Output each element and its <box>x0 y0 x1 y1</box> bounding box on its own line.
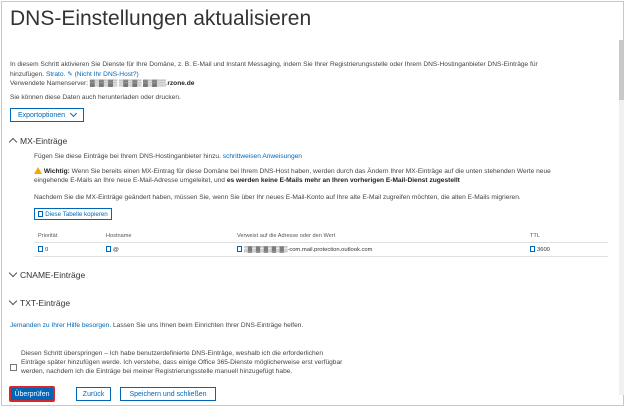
mx-warning-line2: eingehende E-Mails an Ihre neue E-Mail-A… <box>34 177 460 184</box>
txt-section-header[interactable]: TXT-Einträge <box>8 296 71 308</box>
cell-value: com.mail.protection.outlook.com <box>289 247 373 253</box>
help-line: Jemanden zu Ihrer Hilfe besorgen. Lassen… <box>10 322 303 329</box>
help-link[interactable]: Jemanden zu Ihrer Hilfe besorgen. <box>10 322 111 329</box>
mx-section-header[interactable]: MX-Einträge <box>8 136 68 147</box>
col-priority: Priorität <box>38 233 58 239</box>
skip-line1: Diesen Schritt überspringen – Ich habe b… <box>21 350 324 357</box>
mx-instructions-text: Fügen Sie diese Einträge bei Ihrem DNS-H… <box>34 153 221 160</box>
copy-icon[interactable] <box>530 246 535 252</box>
cell-hostname-wrap: @ <box>106 246 119 253</box>
mx-heading: MX-Einträge <box>20 136 68 146</box>
copy-table-label: Diese Tabelle kopieren <box>45 210 108 218</box>
col-value: Verweist auf die Adresse oder den Wert <box>237 233 336 239</box>
scrollbar-thumb[interactable] <box>619 40 624 100</box>
cell-hostname: @ <box>113 247 119 253</box>
warning-bold: es werden keine E-Mails mehr an Ihren vo… <box>226 177 460 184</box>
mx-warning-line1: Wichtig: Wenn Sie bereits einen MX-Eintr… <box>34 167 551 175</box>
cell-value-wrap: ▒▓▒▓▒▓▒▓▒▓▒-com.mail.protection.outlook.… <box>237 246 372 253</box>
export-options-label: Exportoptionen <box>17 111 66 119</box>
skip-line3: werden, nachdem ich die Einträge bei mei… <box>21 368 293 375</box>
skip-line2: Einträge später hinzufügen werde. Ich ve… <box>21 359 343 366</box>
copy-table-button[interactable]: Diese Tabelle kopieren <box>34 208 112 220</box>
chevron-down-icon <box>8 268 18 278</box>
cell-ttl-wrap: 3600 <box>530 246 550 253</box>
copy-icon[interactable] <box>38 246 43 252</box>
intro-line2: hinzufügen. Strato. ✎ (Nicht Ihr DNS-Hos… <box>10 70 139 78</box>
nameserver-value: rzone.de <box>167 80 195 87</box>
back-button[interactable]: Zurück <box>76 387 111 401</box>
chevron-down-icon <box>70 109 78 118</box>
scrollbar[interactable] <box>619 40 624 395</box>
cell-priority: 0 <box>45 247 49 253</box>
download-text: Sie können diese Daten auch herunterlade… <box>10 94 181 101</box>
table-bottom-divider <box>34 256 608 257</box>
copy-icon <box>38 211 44 217</box>
col-hostname: Hostname <box>106 233 132 239</box>
txt-heading: TXT-Einträge <box>20 298 71 308</box>
save-close-button[interactable]: Speichern und schließen <box>120 387 216 401</box>
not-dns-host-link[interactable]: (Nicht Ihr DNS-Host?) <box>75 71 139 78</box>
help-text: Lassen Sie uns Ihnen beim Einrichten Ihr… <box>113 322 304 329</box>
chevron-up-icon <box>8 137 18 147</box>
mx-instructions: Fügen Sie diese Einträge bei Ihrem DNS-H… <box>34 153 302 160</box>
instructions-link[interactable]: schrittweisen Anweisungen <box>223 153 302 160</box>
nameserver-line: Verwendete Namenserver: ▓▒▓▒▓▒ ▒▓▒▓▒ ▓▒▓… <box>10 80 194 87</box>
copy-icon[interactable] <box>106 246 111 252</box>
cname-heading: CNAME-Einträge <box>20 270 86 280</box>
nameserver-redacted: ▓▒▓▒▓▒ ▒▓▒▓▒ ▓▒▓▒▒. <box>89 80 168 87</box>
warning-text: Wenn Sie bereits einen MX-Eintrag für di… <box>71 168 551 175</box>
mx-after-change: Nachdem Sie die MX-Einträge geändert hab… <box>34 194 521 201</box>
verify-button[interactable]: Überprüfen <box>11 388 53 400</box>
warning-label: Wichtig: <box>43 168 70 175</box>
pencil-icon[interactable]: ✎ <box>67 71 73 78</box>
intro-prefix: hinzufügen. <box>10 71 45 78</box>
table-divider <box>34 242 608 243</box>
value-redacted: ▒▓▒▓▒▓▒▓▒▓▒- <box>244 247 290 253</box>
copy-icon[interactable] <box>237 246 242 252</box>
cell-ttl: 3600 <box>537 247 550 253</box>
warning-icon <box>34 167 42 174</box>
cname-section-header[interactable]: CNAME-Einträge <box>8 268 86 280</box>
warning-line2-text: eingehende E-Mails an Ihre neue E-Mail-A… <box>34 177 225 184</box>
table-row: 0 <box>38 246 48 253</box>
chevron-down-icon <box>8 296 18 306</box>
intro-line1: In diesem Schritt aktivieren Sie Dienste… <box>10 61 538 68</box>
page-title: DNS-Einstellungen aktualisieren <box>10 7 312 30</box>
skip-step-checkbox[interactable] <box>10 364 17 371</box>
col-ttl: TTL <box>530 233 540 239</box>
provider-link[interactable]: Strato. <box>46 71 65 78</box>
export-options-button[interactable]: Exportoptionen <box>10 108 84 122</box>
nameserver-label: Verwendete Namenserver: <box>10 80 89 87</box>
